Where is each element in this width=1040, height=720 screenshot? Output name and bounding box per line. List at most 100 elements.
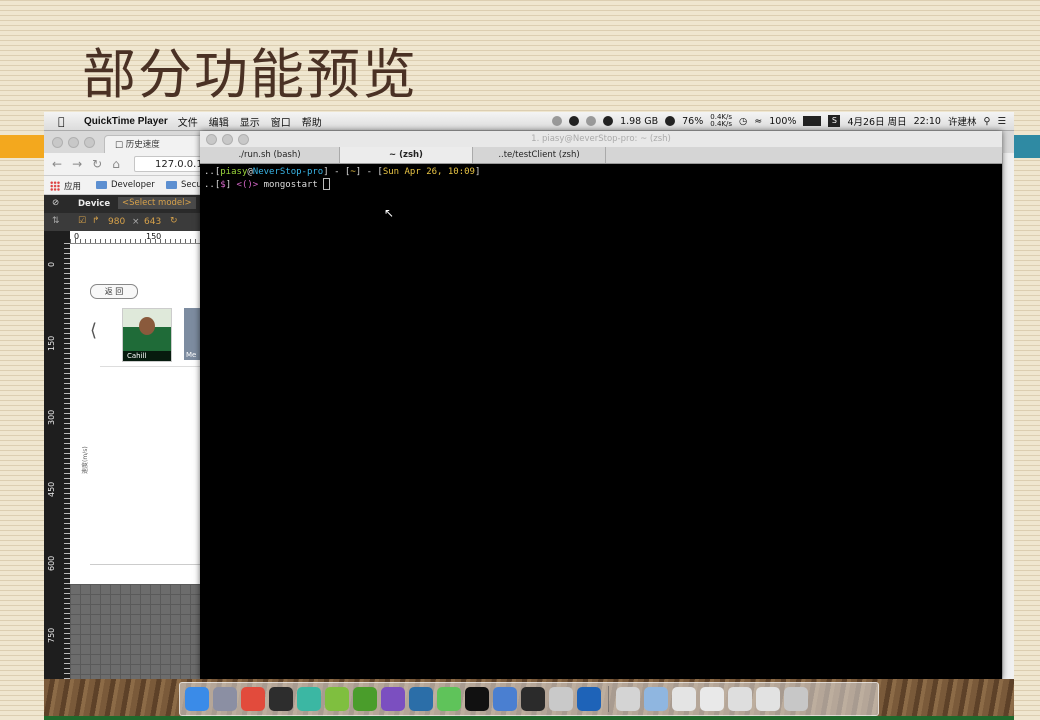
app-name-menu[interactable]: QuickTime Player [84, 116, 168, 127]
memory-icon[interactable] [603, 116, 614, 126]
screenshot:  QuickTime Player 文件 编辑 显示 窗口 帮助 1.98 G… [44, 112, 1014, 720]
wifi-icon[interactable]: ≈ [754, 116, 762, 127]
terminal-tab-testclient[interactable]: ..te/testClient (zsh) [473, 147, 606, 163]
script-editor-icon[interactable] [549, 687, 573, 711]
menu-file[interactable]: 文件 [178, 114, 198, 129]
folder-icon [96, 181, 107, 189]
terminal-icon[interactable] [269, 687, 293, 711]
chrome-tab[interactable]: □ 历史速度 [104, 135, 214, 153]
bookmark-secu[interactable]: Secu [166, 180, 202, 190]
zoom-button[interactable] [84, 137, 95, 148]
terminal-tab-run[interactable]: ./run.sh (bash) [200, 147, 340, 163]
nav-buttons: ← → ↻ ⌂ [52, 157, 120, 171]
emulated-page: 返 回 ⟨ Cahill Me 速度(m/s) [70, 244, 200, 584]
network-readout[interactable]: 0.4K/s 0.4K/s [710, 114, 732, 128]
bookmark-secu-label: Secu [181, 180, 202, 190]
cloud-icon[interactable] [665, 116, 676, 126]
home-icon[interactable]: ⌂ [112, 157, 120, 171]
time-readout[interactable]: 22:10 [914, 116, 941, 127]
battery-icon[interactable] [803, 116, 822, 126]
mouse-pointer-icon: ↖ [384, 206, 395, 220]
minimize-button[interactable] [68, 137, 79, 148]
prompt-sep: ] - [ [355, 167, 383, 177]
chart-y-label: 速度(m/s) [82, 446, 89, 474]
menu-view[interactable]: 显示 [240, 114, 260, 129]
user-name[interactable]: 许建林 [948, 114, 977, 128]
avatar-2[interactable]: Me [184, 308, 200, 360]
back-arrow-icon[interactable]: ← [52, 157, 62, 171]
finder-icon[interactable] [185, 687, 209, 711]
prompt-prefix: ..[ [204, 167, 221, 177]
doc-icon[interactable] [672, 687, 696, 711]
checkbox-icon[interactable]: ☑ [78, 216, 86, 226]
menu-edit[interactable]: 编辑 [209, 114, 229, 129]
android-studio-icon[interactable] [325, 687, 349, 711]
quicktime-icon[interactable] [577, 687, 601, 711]
reload-icon[interactable]: ↻ [92, 157, 102, 171]
bookmark-developer[interactable]: Developer [96, 180, 155, 190]
ruler-left-750: 750 [47, 627, 56, 643]
back-button[interactable]: 返 回 [90, 284, 138, 299]
alfred-icon[interactable] [586, 116, 597, 126]
photo-icon[interactable] [616, 687, 640, 711]
page-icon: □ [115, 140, 126, 150]
bookmark-apps-label: 应用 [64, 182, 82, 192]
block-icon[interactable]: ⊘ [52, 198, 59, 208]
iterm-window: 1. piasy@NeverStop-pro: ~ (zsh) ./run.sh… [200, 131, 1002, 679]
avatar[interactable]: Cahill [122, 308, 172, 362]
evernote-icon[interactable] [353, 687, 377, 711]
height-value[interactable]: 643 [144, 217, 161, 227]
activity-monitor-icon[interactable] [521, 687, 545, 711]
terminal-title: 1. piasy@NeverStop-pro: ~ (zsh) [531, 134, 671, 144]
preview-icon[interactable] [493, 687, 517, 711]
doc-icon-3[interactable] [728, 687, 752, 711]
dock [179, 682, 879, 716]
chevron-left-icon[interactable]: ⟨ [90, 320, 97, 341]
cpu-readout[interactable]: 76% [682, 116, 703, 127]
battery-readout[interactable]: 100% [769, 116, 796, 127]
swap-icon[interactable]: ⇅ [52, 216, 60, 226]
atom-icon[interactable] [297, 687, 321, 711]
rotate-icon[interactable]: ↻ [170, 216, 178, 226]
chrome-scrollbar[interactable] [1002, 153, 1014, 679]
prompt2-close: ] [225, 179, 237, 190]
qq-icon[interactable] [465, 687, 489, 711]
bookmark-apps[interactable]: 应用 [50, 180, 81, 192]
close-button[interactable] [52, 137, 63, 148]
notification-center-icon[interactable]: ☰ [997, 116, 1006, 127]
trash-icon[interactable] [784, 687, 808, 711]
dock-separator [608, 686, 609, 712]
ruler-left-300: 300 [47, 409, 56, 425]
speed-chart [100, 366, 200, 575]
prompt2-prefix: ..[ [204, 179, 221, 190]
status-area: 1.98 GB 76% 0.4K/s 0.4K/s ◷ ≈ 100% S 4月2… [552, 112, 1006, 130]
device-model-select[interactable]: <Select model> [118, 197, 196, 209]
date-readout[interactable]: 4月26日 周日 [847, 114, 906, 128]
doc-icon-2[interactable] [700, 687, 724, 711]
forward-arrow-icon[interactable]: → [72, 157, 82, 171]
apple-icon[interactable]:  [58, 115, 72, 128]
spotlight-icon[interactable]: ⚲ [984, 116, 991, 127]
chrome-icon[interactable] [241, 687, 265, 711]
memory-readout[interactable]: 1.98 GB [620, 116, 658, 127]
record-icon[interactable] [552, 116, 563, 126]
sourcetree-icon[interactable] [409, 687, 433, 711]
apps-grid-icon [50, 181, 60, 191]
time-machine-icon[interactable]: ◷ [739, 116, 747, 127]
folder-icon[interactable] [644, 687, 668, 711]
menu-window[interactable]: 窗口 [271, 114, 291, 129]
menu-help[interactable]: 帮助 [302, 114, 322, 129]
chrome-tab-title: 历史速度 [125, 140, 160, 150]
doc-icon-4[interactable] [756, 687, 780, 711]
ghost-icon[interactable] [569, 116, 580, 126]
sogou-input-icon[interactable]: S [828, 115, 841, 127]
terminal-tab-zsh[interactable]: ~ (zsh) [340, 147, 473, 163]
wechat-icon[interactable] [437, 687, 461, 711]
launchpad-icon[interactable] [213, 687, 237, 711]
width-value[interactable]: 980 [108, 217, 125, 227]
terminal-tabbar: ./run.sh (bash) ~ (zsh) ..te/testClient … [200, 147, 1002, 164]
dash-icon[interactable] [381, 687, 405, 711]
terminal-output[interactable]: ..[piasy@NeverStop-pro] - [~] - [Sun Apr… [204, 166, 480, 191]
window-controls [52, 137, 95, 148]
folder-icon [166, 181, 177, 189]
